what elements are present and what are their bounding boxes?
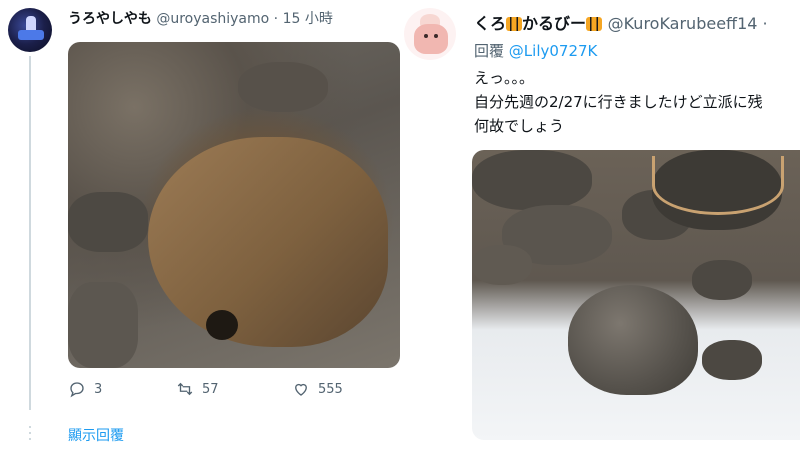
reply-mention-link[interactable]: @Lily0727K (509, 42, 598, 60)
sacred-rope (652, 156, 784, 215)
show-replies-link[interactable]: 顯示回覆 (68, 425, 124, 445)
avatar-body (414, 24, 448, 54)
display-name[interactable]: うろやしやも (68, 11, 152, 27)
rock (472, 245, 532, 285)
handle[interactable]: @uroyashiyamo (156, 11, 269, 27)
tiger-emoji-icon (586, 17, 603, 31)
retweet-icon (177, 382, 193, 396)
tiger-emoji-icon (506, 17, 523, 31)
like-count: 555 (318, 381, 343, 397)
handle[interactable]: @KuroKarubeeff14 · (608, 14, 768, 33)
rock (702, 340, 762, 380)
avatar-eye (434, 34, 438, 38)
tweet-photo[interactable] (472, 150, 800, 440)
avatar-eye (424, 34, 428, 38)
tweet-photo[interactable] (68, 42, 400, 368)
timestamp[interactable]: 15 小時 (283, 11, 333, 27)
rock-in-snow (568, 285, 698, 395)
separator: · (273, 11, 279, 27)
reply-context: 回覆 @Lily0727K (474, 40, 597, 61)
like-icon (295, 383, 307, 396)
tweet-header: うろやしやも @uroyashiyamo · 15 小時 (68, 8, 333, 28)
display-name-part: くろ (474, 14, 507, 33)
avatar[interactable] (404, 8, 456, 60)
tweet-text: えっ。。。 自分先週の2/27に行きましたけど立派に残 何故でしょう (474, 66, 763, 138)
tweet-actions: 3 57 555 (68, 380, 408, 404)
thread-dots (27, 426, 33, 446)
display-name[interactable]: くろ かるびー (474, 14, 608, 33)
rock (238, 62, 328, 112)
retweet-button[interactable]: 57 (176, 380, 219, 398)
rock (68, 282, 138, 368)
tweet-header: くろ かるびー @KuroKarubeeff14 · (474, 10, 768, 34)
thread-line (29, 56, 31, 410)
retweet-count: 57 (202, 381, 219, 397)
tweet-left: うろやしやも @uroyashiyamo · 15 小時 3 57 555 顯示… (0, 0, 440, 450)
reply-button[interactable]: 3 (68, 380, 102, 398)
tweet-text-line: えっ。。。 (474, 69, 535, 87)
rock (472, 150, 592, 210)
reply-icon (70, 382, 84, 398)
rock-big (148, 137, 388, 347)
tweet-right: くろ かるびー @KuroKarubeeff14 · 回覆 @Lily0727K … (400, 0, 800, 450)
avatar[interactable] (8, 8, 52, 52)
reply-label: 回覆 (474, 42, 505, 60)
rock (68, 192, 148, 252)
display-name-part: かるびー (522, 14, 587, 33)
like-button[interactable]: 555 (292, 380, 343, 398)
rock (692, 260, 752, 300)
tweet-text-line: 何故でしょう (474, 117, 565, 135)
reply-count: 3 (94, 381, 103, 397)
rock-hole (206, 310, 238, 340)
tweet-text-line: 自分先週の2/27に行きましたけど立派に残 (474, 93, 763, 111)
avatar-figure-base (18, 30, 44, 40)
